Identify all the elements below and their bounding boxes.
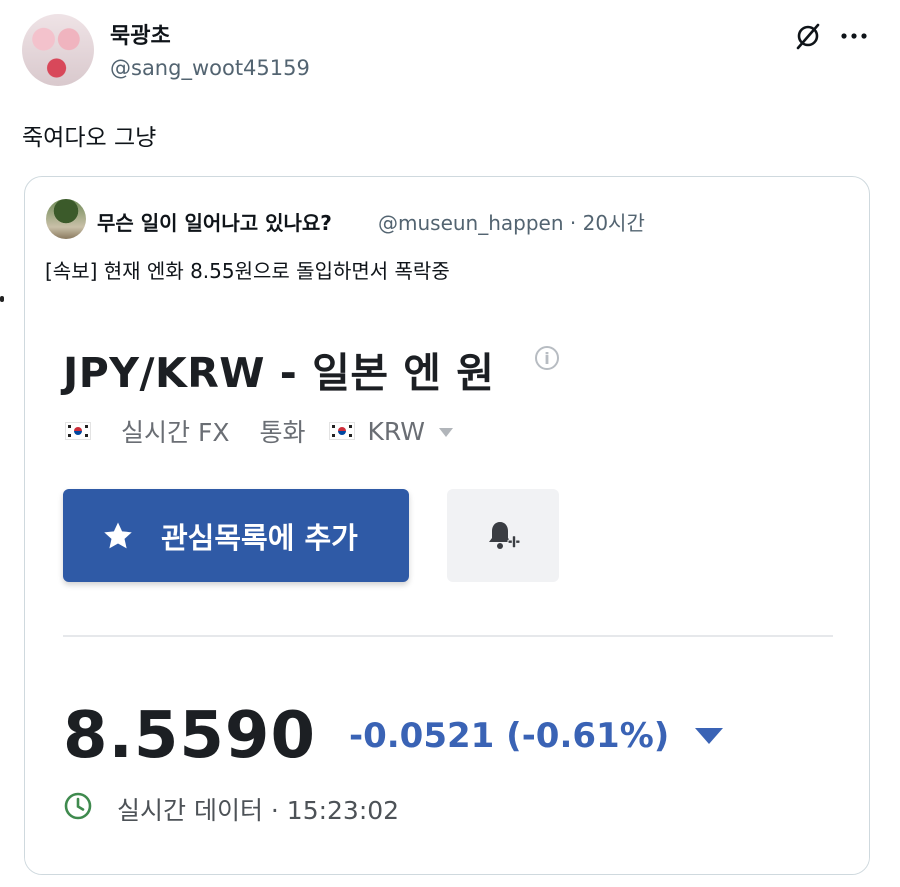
korea-flag-icon — [329, 422, 356, 440]
grok-slash-icon[interactable] — [792, 20, 824, 52]
add-to-watchlist-button: 관심목록에 추가 — [63, 489, 409, 582]
korea-flag-icon — [65, 422, 91, 440]
quote-display-name[interactable]: 무슨 일이 일어나고 있나요? — [97, 207, 332, 236]
more-icon[interactable] — [838, 20, 870, 52]
chevron-down-icon — [438, 427, 453, 437]
clock-icon — [64, 792, 92, 820]
display-name[interactable]: 묵광초 — [110, 18, 171, 50]
meta-currency: KRW — [367, 416, 425, 446]
meta-currency-label: 통화 — [259, 418, 306, 447]
add-to-watchlist-label: 관심목록에 추가 — [161, 520, 358, 555]
add-alert-button — [447, 489, 559, 582]
quote-avatar[interactable] — [46, 199, 86, 239]
quote-card[interactable]: 무슨 일이 일어나고 있나요? @museun_happen · 20시간 [속… — [24, 176, 870, 875]
price-change: -0.0521 (-0.61%) — [349, 716, 724, 756]
quote-handle-time: @museun_happen · 20시간 — [378, 211, 645, 235]
realtime-data-timestamp: 실시간 데이터 · 15:23:02 — [117, 796, 400, 825]
post-text: 죽여다오 그냥 — [22, 125, 157, 151]
user-handle[interactable]: @sang_woot45159 — [110, 56, 310, 80]
down-arrow-icon — [695, 728, 724, 744]
thread-dot — [0, 296, 4, 302]
quote-text: [속보] 현재 엔화 8.55원으로 돌입하면서 폭락중 — [45, 259, 450, 283]
divider — [63, 635, 833, 637]
current-price: 8.5590 — [63, 699, 316, 773]
bell-plus-icon — [489, 521, 521, 549]
meta-row: 실시간 FX 통화 KRW — [65, 413, 453, 449]
price-change-value: -0.0521 (-0.61%) — [349, 716, 670, 756]
info-icon: i — [535, 346, 559, 370]
pair-title: JPY/KRW - 일본 엔 원 — [63, 349, 495, 397]
meta-realtime: 실시간 FX — [121, 418, 230, 447]
star-icon — [104, 522, 132, 548]
avatar[interactable] — [22, 14, 94, 86]
attached-image[interactable]: JPY/KRW - 일본 엔 원 i 실시간 FX 통화 KRW 관심목록에 추… — [25, 301, 869, 874]
info-icon-glyph: i — [544, 348, 550, 368]
